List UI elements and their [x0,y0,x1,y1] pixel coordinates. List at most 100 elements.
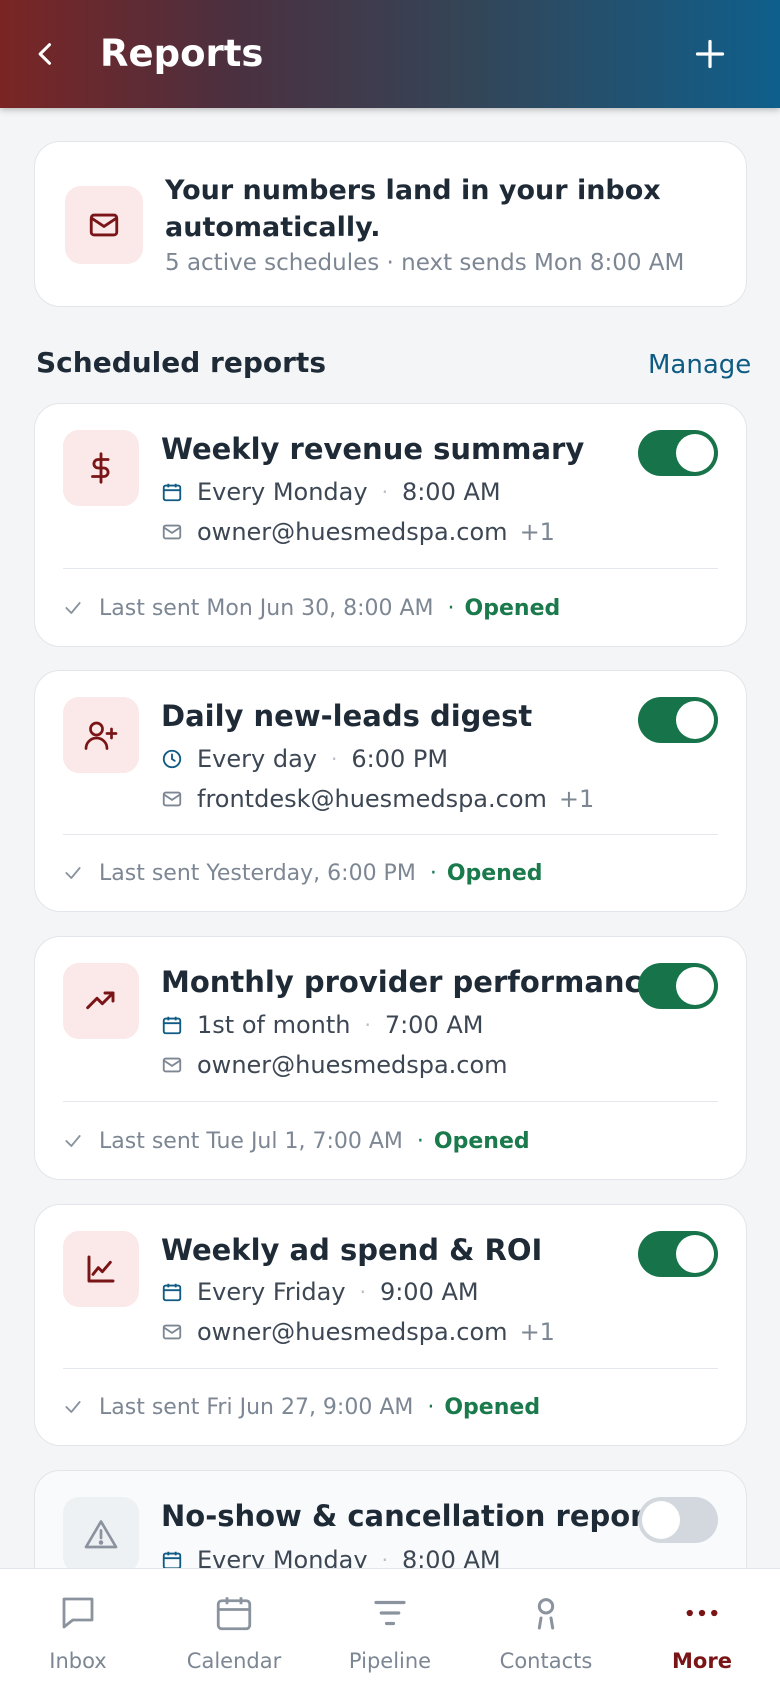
mail-icon [162,1057,182,1073]
mail-icon [89,213,119,237]
report-recipients: owner@huesmedspa.com [161,1048,508,1082]
report-icon-tile [63,963,139,1039]
report-frequency: Every Monday [197,478,368,506]
check-icon [65,602,81,614]
extra-recipients: +1 [519,518,555,546]
banner-icon-tile [65,186,143,264]
banner-subtitle: 5 active schedules · next sends Mon 8:00… [165,250,685,276]
chat-icon [62,1597,94,1629]
trending-up-icon [86,991,115,1010]
report-name: Weekly revenue summary [161,432,585,466]
divider [63,568,718,569]
report-frequency: Every Friday [197,1278,346,1306]
report-schedule: 1st of month · 7:00 AM [161,1008,483,1042]
nav-pipeline[interactable]: Pipeline [312,1569,468,1688]
top-app-bar: Reports [0,0,780,108]
nav-label: More [672,1649,732,1673]
report-enabled-toggle[interactable] [638,1497,718,1543]
separator-dot: · [359,1280,366,1304]
info-banner: Your numbers land in your inbox automati… [34,141,747,307]
toggle-knob [642,1501,680,1539]
chevron-left-icon [38,43,52,65]
last-sent-row: Last sent Fri Jun 27, 9:00 AM · Opened [63,1391,540,1423]
report-recipient: owner@huesmedspa.com [197,1051,508,1079]
bottom-navigation: Inbox Calendar Pipeline Contacts More [0,1568,780,1688]
calendar-icon [162,483,182,502]
back-button[interactable] [22,30,70,78]
toggle-knob [676,434,714,472]
report-name: No-show & cancellation report [161,1499,659,1533]
last-sent-text: Last sent Yesterday, 6:00 PM [99,860,416,886]
plus-icon [695,39,725,69]
report-time: 6:00 PM [351,745,449,773]
report-time: 8:00 AM [401,478,501,506]
report-enabled-toggle[interactable] [638,430,718,476]
report-frequency: Every day [197,745,317,773]
calendar-icon [162,1283,182,1302]
last-sent-row: Last sent Tue Jul 1, 7:00 AM · Opened [63,1125,530,1157]
last-sent-text: Last sent Tue Jul 1, 7:00 AM [99,1128,403,1154]
filter-lines-icon [374,1600,406,1626]
person-icon [537,1598,555,1630]
report-enabled-toggle[interactable] [638,697,718,743]
status-badge: Opened [446,860,543,886]
report-card[interactable]: Weekly revenue summary Every Monday · 8:… [34,403,747,647]
divider [63,834,718,835]
nav-inbox[interactable]: Inbox [0,1569,156,1688]
report-schedule: Every day · 6:00 PM [161,742,448,776]
add-report-button[interactable] [686,30,734,78]
separator-dot: · [416,1128,424,1154]
warning-icon [84,1520,118,1549]
manage-link[interactable]: Manage [648,348,751,382]
user-plus-icon [84,721,118,750]
report-card[interactable]: Monthly provider performance 1st of mont… [34,936,747,1180]
nav-more[interactable]: More [624,1569,780,1688]
status-badge: Opened [464,595,561,621]
mail-icon [162,791,182,807]
divider [63,1101,718,1102]
nav-label: Contacts [499,1649,593,1673]
separator-dot: · [330,747,338,771]
report-icon-tile [63,1231,139,1307]
nav-contacts[interactable]: Contacts [468,1569,624,1688]
report-frequency: 1st of month [197,1011,351,1039]
nav-label: Pipeline [348,1649,432,1673]
divider [63,1368,718,1369]
report-card[interactable]: Weekly ad spend & ROI Every Friday · 9:0… [34,1204,747,1446]
line-chart-icon [87,1255,115,1283]
section-title: Scheduled reports [36,346,326,379]
extra-recipients: +1 [558,785,595,813]
nav-label: Inbox [49,1649,107,1673]
report-enabled-toggle[interactable] [638,1231,718,1277]
report-name: Monthly provider performance [161,965,662,999]
report-enabled-toggle[interactable] [638,963,718,1009]
toggle-knob [676,701,714,739]
separator-dot: · [447,595,455,621]
toggle-knob [676,967,714,1005]
toggle-knob [676,1235,714,1273]
report-recipient: owner@huesmedspa.com [197,518,508,546]
page-title: Reports [100,32,264,75]
report-recipients: frontdesk@huesmedspa.com +1 [161,782,594,816]
mail-icon [162,1324,182,1340]
status-badge: Opened [444,1394,541,1420]
separator-dot: · [429,860,437,886]
mail-icon [162,524,182,540]
report-recipients: owner@huesmedspa.com +1 [161,1315,555,1349]
last-sent-row: Last sent Mon Jun 30, 8:00 AM · Opened [63,592,560,624]
separator-dot: · [427,1394,435,1420]
report-icon-tile [63,1497,139,1573]
check-icon [65,867,81,879]
report-card[interactable]: Daily new-leads digest Every day · 6:00 … [34,670,747,912]
calendar-icon [216,1597,252,1631]
report-recipient: owner@huesmedspa.com [197,1318,508,1346]
report-icon-tile [63,430,139,506]
separator-dot: · [364,1013,371,1037]
nav-calendar[interactable]: Calendar [156,1569,312,1688]
check-icon [65,1401,81,1413]
dollar-icon [91,452,110,484]
extra-recipients: +1 [519,1318,555,1346]
report-schedule: Every Friday · 9:00 AM [161,1275,479,1309]
more-dots-icon [686,1609,718,1617]
last-sent-text: Last sent Mon Jun 30, 8:00 AM [99,595,434,621]
